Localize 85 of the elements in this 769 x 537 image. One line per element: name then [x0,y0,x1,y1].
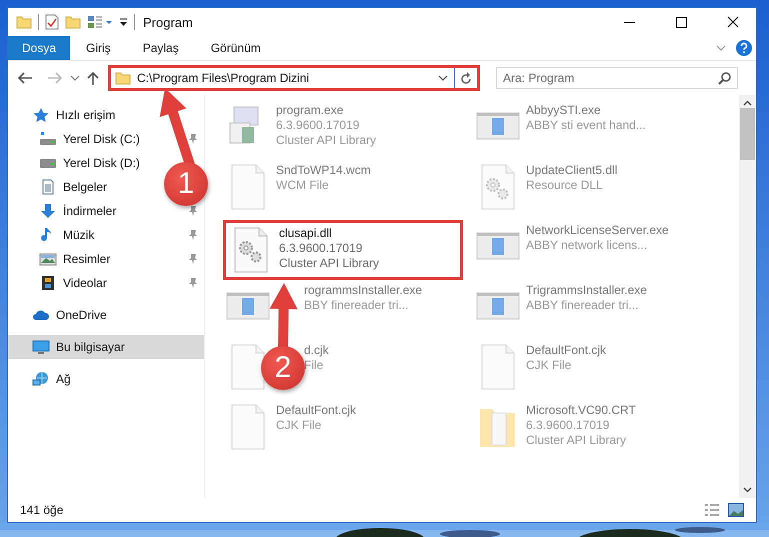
sidebar-item[interactable]: Belgeler [8,175,158,199]
file-item[interactable]: SndToWP14.wcm WCM File [223,160,463,220]
file-item[interactable]: DefaultFont.cjk CJK File [473,340,713,400]
sidebar-item[interactable]: OneDrive [8,303,204,327]
sidebar-item[interactable]: Resimler [8,247,158,271]
scrollbar[interactable] [739,95,756,498]
properties-icon [45,14,59,30]
sidebar-item[interactable]: İndirmeler [8,199,158,223]
back-arrow-icon[interactable] [16,71,34,85]
window-title: Program [143,14,194,30]
ribbon-tab[interactable]: Paylaş [126,36,195,60]
file-detail: Cluster API Library [276,133,376,148]
scroll-up-icon[interactable] [743,100,752,106]
help-icon[interactable] [736,40,752,56]
file-item[interactable]: TrigrammsInstaller.exe ABBY finereader tri... [473,280,713,340]
file-name: clusapi.dll [279,226,333,241]
sidebar-item[interactable]: Ağ [8,367,204,391]
network-icon [32,371,50,387]
recent-dropdown-icon[interactable] [70,75,80,81]
download-arrow-icon [39,203,57,219]
file-detail: BBY finereader tri... [304,298,410,313]
expand-ribbon-icon[interactable] [716,45,726,51]
file-detail: ABBY sti event hand... [526,118,646,133]
file-item[interactable]: UpdateClient5.dll Resource DLL [473,160,713,220]
file-item[interactable]: clusapi.dll 6.3.9600.17019 Cluster API Library [223,220,463,280]
view-menu-icon[interactable] [87,14,113,30]
new-folder-icon [65,14,81,30]
large-icons-view-icon[interactable] [728,503,744,517]
folder-icon [115,70,131,86]
file-detail: 6.3.9600.17019 [279,241,364,256]
file-item[interactable]: DefaultFont.cjk CJK File [223,400,463,460]
search-field[interactable]: Ara: Program [496,67,738,89]
film-icon [39,275,57,291]
file-name: d.cjk [304,343,329,358]
ribbon-tab[interactable]: Görünüm [194,36,277,60]
dropdown-caret-icon[interactable] [438,75,448,81]
picture-icon [39,251,57,267]
sidebar-item[interactable]: Bu bilgisayar [8,335,204,359]
item-count: 141 öğe [20,503,64,517]
file-detail: Cluster API Library [279,256,380,271]
close-icon[interactable] [727,16,739,28]
file-name: Microsoft.VC90.CRT [526,403,636,418]
sidebar-item[interactable]: Yerel Disk (D:) [8,151,158,175]
refresh-icon[interactable] [460,72,472,84]
address-field[interactable]: C:\Program Files\Program Dizini [108,65,480,91]
sidebar-item[interactable]: Hızlı erişim [8,103,204,127]
file-detail: CJK File [276,418,322,433]
file-name: TrigrammsInstaller.exe [526,283,647,298]
file-detail: Cluster API Library [526,433,628,448]
file-item[interactable]: NetworkLicenseServer.exe ABBY network licens... [473,220,713,280]
file-name: UpdateClient5.dll [526,163,618,178]
file-detail: File [304,358,324,373]
scroll-down-icon[interactable] [743,487,752,493]
file-name: SndToWP14.wcm [276,163,371,178]
file-detail: CJK File [526,358,572,373]
scroll-thumb[interactable] [740,108,755,160]
file-name: program.exe [276,103,344,118]
sidebar-item[interactable]: Videolar [8,271,158,295]
file-item[interactable]: program.exe 6.3.9600.17019 Cluster API Library [223,100,463,160]
file-detail: ABBY network licens... [526,238,648,253]
monitor-icon [32,339,50,355]
file-detail: Resource DLL [526,178,604,193]
file-detail: 6.3.9600.17019 [276,118,360,133]
sidebar-item[interactable]: Yerel Disk (C:) [8,127,158,151]
file-menu-button[interactable]: Dosya [8,36,70,60]
up-arrow-icon[interactable] [86,70,100,86]
details-view-icon[interactable] [704,503,720,517]
file-item[interactable]: AbbyySTI.exe ABBY sti event hand... [473,100,713,160]
file-name: AbbyySTI.exe [526,103,602,118]
drive-icon [39,131,57,147]
search-icon [718,72,731,85]
star-icon [32,107,50,123]
file-detail: ABBY finereader tri... [526,298,640,313]
file-name: NetworkLicenseServer.exe [526,223,669,238]
file-detail: WCM File [276,178,330,193]
ribbon-tab[interactable]: Giriş [70,36,127,60]
sidebar-item[interactable]: Müzik [8,223,158,247]
file-item[interactable]: Microsoft.VC90.CRT 6.3.9600.17019 Cluster API Library [473,400,713,460]
file-name: rogrammsInstaller.exe [304,283,422,298]
file-detail: 6.3.9600.17019 [526,418,610,433]
file-name: DefaultFont.cjk [276,403,356,418]
maximize-icon[interactable] [676,16,686,28]
folder-icon [16,14,32,30]
customize-caret-icon[interactable] [119,17,128,27]
file-name: DefaultFont.cjk [526,343,606,358]
